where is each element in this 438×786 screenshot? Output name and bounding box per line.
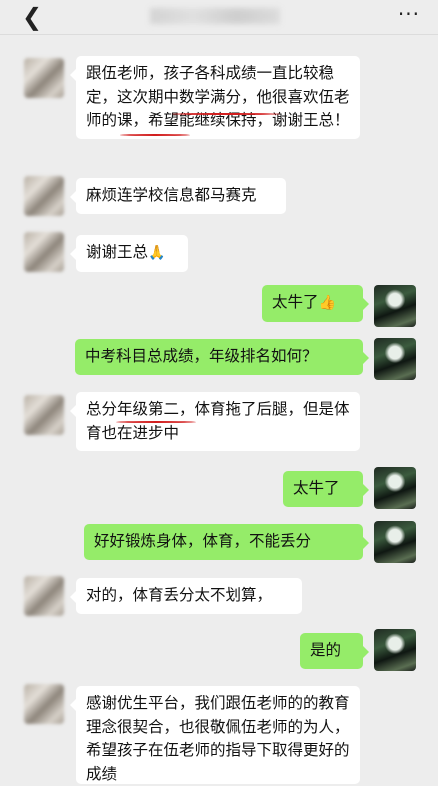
pray-emoji-icon: 🙏 [148, 245, 166, 261]
chat-header: ❮ ··· [0, 0, 438, 35]
avatar[interactable] [374, 285, 416, 327]
message-bubble[interactable]: 麻烦连学校信息都马赛克 [70, 178, 286, 214]
message-bubble[interactable]: 谢谢王总🙏 [70, 235, 188, 272]
red-underline-annotation [120, 134, 190, 136]
avatar[interactable] [24, 232, 64, 272]
message-text: 麻烦连学校信息都马赛克 [86, 186, 257, 204]
avatar[interactable] [374, 521, 416, 563]
red-underline-annotation [172, 113, 280, 115]
message-text: 感谢优生平台，我们跟伍老师的的教育理念很契合，也很敬佩伍老师的为人，希望孩子在伍… [86, 694, 350, 783]
thumbs-up-emoji-icon: 👍 [318, 295, 336, 311]
message-text: 是的 [310, 641, 342, 659]
chevron-left-icon[interactable]: ❮ [22, 4, 42, 30]
message-bubble[interactable]: 感谢优生平台，我们跟伍老师的的教育理念很契合，也很敬佩伍老师的为人，希望孩子在伍… [70, 686, 360, 784]
avatar[interactable] [24, 176, 64, 216]
red-underline-annotation [116, 421, 196, 423]
message-bubble[interactable]: 太牛了 [283, 471, 369, 507]
message-bubble[interactable]: 是的 [300, 633, 369, 669]
message-bubble[interactable]: 中考科目总成绩，年级排名如何？ [75, 339, 369, 375]
avatar[interactable] [24, 576, 64, 616]
avatar[interactable] [374, 629, 416, 671]
avatar[interactable] [374, 338, 416, 380]
message-text: 好好锻炼身体，体育，不能丢分 [94, 532, 312, 550]
message-text: 谢谢王总 [86, 243, 149, 261]
blurred-chat-title [150, 8, 280, 24]
message-text: 太牛了 [272, 293, 319, 311]
message-text: 对的，体育丢分太不划算， [86, 586, 273, 604]
avatar[interactable] [24, 684, 64, 724]
message-bubble[interactable]: 跟伍老师，孩子各科成绩一直比较稳定，这次期中数学满分，他很喜欢伍老师的课，希望能… [70, 56, 360, 139]
avatar[interactable] [24, 395, 64, 435]
message-text: 太牛了 [293, 479, 340, 497]
message-bubble[interactable]: 好好锻炼身体，体育，不能丢分 [84, 524, 369, 560]
more-dots-icon[interactable]: ··· [398, 2, 420, 26]
message-text: 跟伍老师，孩子各科成绩一直比较稳定，这次期中数学满分，他很喜欢伍老师的课，希望能… [86, 64, 350, 129]
message-text: 中考科目总成绩，年级排名如何？ [85, 347, 318, 365]
avatar[interactable] [374, 467, 416, 509]
avatar[interactable] [24, 58, 64, 98]
message-bubble[interactable]: 太牛了👍 [262, 285, 369, 322]
message-bubble[interactable]: 对的，体育丢分太不划算， [70, 578, 302, 614]
